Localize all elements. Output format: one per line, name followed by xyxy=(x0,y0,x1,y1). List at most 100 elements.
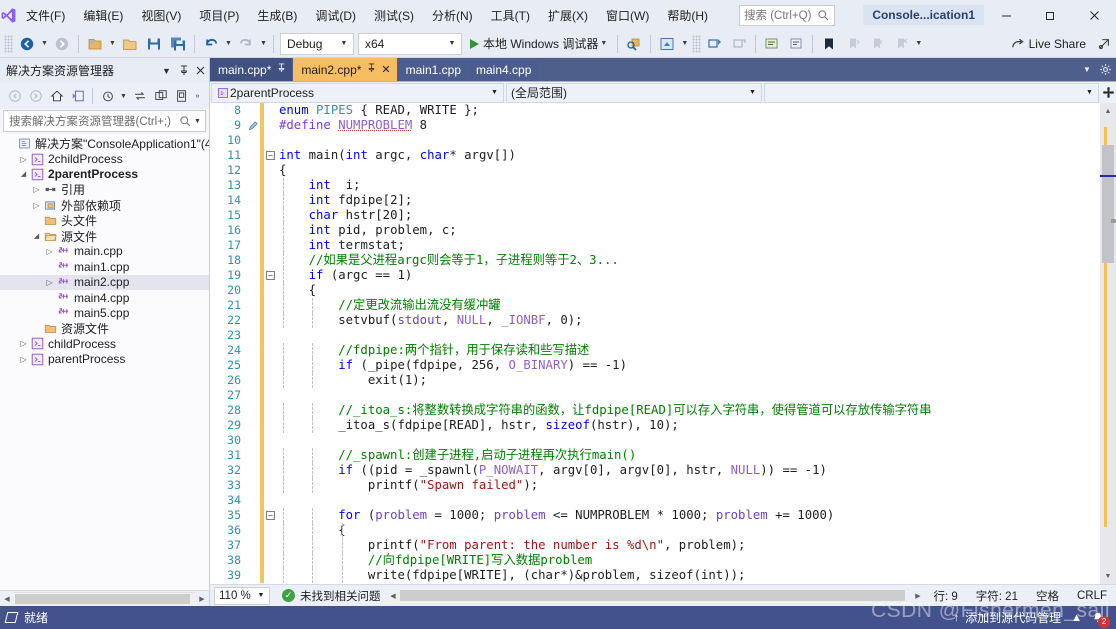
panel-close-icon[interactable] xyxy=(192,60,209,82)
refresh-icon[interactable] xyxy=(129,86,150,107)
navigate-backward-dropdown[interactable]: ▼ xyxy=(39,33,50,55)
code-line[interactable]: 21 //定更改流输出流没有缓冲罐 xyxy=(210,298,1100,313)
scroll-left-icon[interactable]: ◀ xyxy=(0,595,14,603)
split-view-icon[interactable] xyxy=(1100,82,1116,104)
code-line[interactable]: 34 xyxy=(210,493,1100,508)
code-line[interactable]: 11 − int main(int argc, char* argv[]) xyxy=(210,148,1100,163)
expand-chevron-icon[interactable]: ▷ xyxy=(43,247,56,256)
code-line[interactable]: 10 xyxy=(210,133,1100,148)
code-line[interactable]: 37 printf("From parent: the number is %d… xyxy=(210,538,1100,553)
document-tab-main2.cpp[interactable]: main2.cpp* ✕ xyxy=(293,58,397,81)
vscroll-track[interactable] xyxy=(1100,119,1116,568)
collapse-region-icon[interactable]: − xyxy=(264,511,277,520)
undo-dropdown[interactable]: ▼ xyxy=(223,33,234,55)
collapse-chevron-icon[interactable]: ◢ xyxy=(17,170,30,178)
code-line[interactable]: 35 − for (problem = 1000; problem <= NUMP… xyxy=(210,508,1100,523)
menu-edit[interactable]: 编辑(E) xyxy=(74,0,132,30)
expand-chevron-icon[interactable]: ▷ xyxy=(43,278,56,287)
caret-up-icon[interactable]: ▲ xyxy=(1071,612,1082,624)
issue-status[interactable]: ✓ 未找到相关问题 xyxy=(282,588,381,604)
scroll-down-icon[interactable]: ▼ xyxy=(1100,568,1116,584)
pin-icon[interactable] xyxy=(277,63,286,76)
active-files-dropdown-icon[interactable]: ▼ xyxy=(1078,58,1096,81)
solution-explorer-hscrollbar[interactable]: ◀ ▶ xyxy=(0,590,209,606)
expand-chevron-icon[interactable]: ▷ xyxy=(17,155,30,164)
expand-chevron-icon[interactable]: ▷ xyxy=(17,355,30,364)
code-line[interactable]: 24 //fdpipe:两个指针，用于保存读和些写描述 xyxy=(210,343,1100,358)
new-project-button[interactable] xyxy=(84,33,106,55)
code-line[interactable]: 30 xyxy=(210,433,1100,448)
search-options-dropdown[interactable]: ▼ xyxy=(192,110,203,132)
collapse-region-icon[interactable]: − xyxy=(264,271,277,280)
editor-hscroll-thumb[interactable] xyxy=(399,590,906,601)
code-line[interactable]: 29 _itoa_s(fdpipe[READ], hstr, sizeof(hs… xyxy=(210,418,1100,433)
code-line[interactable]: 14 int fdpipe[2]; xyxy=(210,193,1100,208)
save-all-button[interactable] xyxy=(167,33,189,55)
code-line[interactable]: 12 { xyxy=(210,163,1100,178)
project-scope-combo[interactable]: 2parentProcess ▼ xyxy=(211,82,504,103)
code-line[interactable]: 27 xyxy=(210,388,1100,403)
solution-platform-combo[interactable]: x64 ▼ xyxy=(358,32,462,55)
live-preview-button[interactable] xyxy=(656,33,678,55)
panel-menu-chevron-icon[interactable]: ▼ xyxy=(158,60,175,82)
tree-item-main.cpp[interactable]: ▷ main.cpp xyxy=(0,244,209,259)
code-line[interactable]: 13 int i; xyxy=(210,178,1100,193)
uncomment-selection-button[interactable] xyxy=(785,33,807,55)
tree-item-childProcess[interactable]: ▷ childProcess xyxy=(0,336,209,351)
undo-button[interactable] xyxy=(200,33,222,55)
editor-horizontal-scrollbar[interactable]: ◀ xyxy=(386,588,906,603)
collapse-chevron-icon[interactable]: ◢ xyxy=(30,232,43,240)
code-line[interactable]: 23 xyxy=(210,328,1100,343)
tree-item-ConsoleApplication14[interactable]: 解决方案"ConsoleApplication1"(4 xyxy=(0,136,209,151)
collapse-all-icon[interactable] xyxy=(150,86,171,107)
save-button[interactable] xyxy=(143,33,165,55)
tree-item-main2.cpp[interactable]: ▷ main2.cpp xyxy=(0,274,209,290)
toggle-bookmark-button[interactable] xyxy=(818,33,840,55)
menu-help[interactable]: 帮助(H) xyxy=(658,0,717,30)
code-line[interactable]: 19 − if (argc == 1) xyxy=(210,268,1100,283)
menu-view[interactable]: 视图(V) xyxy=(132,0,190,30)
sync-with-active-document-icon[interactable] xyxy=(67,86,88,107)
scroll-right-icon[interactable]: ▶ xyxy=(195,595,209,603)
live-preview-dropdown[interactable]: ▼ xyxy=(679,33,690,55)
code-line[interactable]: 25 if (_pipe(fdpipe, 256, O_BINARY) == -… xyxy=(210,358,1100,373)
code-line[interactable]: 17 int termstat; xyxy=(210,238,1100,253)
menu-debug[interactable]: 调试(D) xyxy=(306,0,365,30)
code-line[interactable]: 8 enum PIPES { READ, WRITE }; xyxy=(210,103,1100,118)
menu-project[interactable]: 项目(P) xyxy=(190,0,248,30)
solution-explorer-search[interactable]: 搜索解决方案资源管理器(Ctrl+;) ▼ xyxy=(3,110,206,132)
zoom-level-combo[interactable]: 110 % ▼ xyxy=(214,586,270,605)
code-line[interactable]: 18 //如果是父进程argc则会等于1，子进程则等于2、3... xyxy=(210,253,1100,268)
tree-item-2childProcess[interactable]: ▷ 2childProcess xyxy=(0,151,209,166)
code-line[interactable]: 33 printf("Spawn failed"); xyxy=(210,478,1100,493)
minimize-button[interactable] xyxy=(984,0,1028,30)
send-feedback-icon[interactable] xyxy=(1092,33,1116,55)
tree-item-n6[interactable]: ◢ 源文件 xyxy=(0,228,209,244)
expand-chevron-icon[interactable]: ▷ xyxy=(30,185,43,194)
code-line[interactable]: 38 //向fdpipe[WRITE]写入数据problem xyxy=(210,553,1100,568)
code-line[interactable]: 16 int pid, problem, c; xyxy=(210,223,1100,238)
tree-item-main1.cpp[interactable]: main1.cpp xyxy=(0,259,209,274)
document-tab-main.cpp[interactable]: main.cpp* xyxy=(210,58,293,81)
live-share-button[interactable]: Live Share xyxy=(1004,33,1092,55)
menu-file[interactable]: 文件(F) xyxy=(17,0,74,30)
code-line[interactable]: 36 { xyxy=(210,523,1100,538)
hscroll-track[interactable] xyxy=(14,591,195,606)
code-line[interactable]: 28 //_itoa_s:将整数转换成字符串的函数，让fdpipe[READ]可… xyxy=(210,403,1100,418)
redo-dropdown[interactable]: ▼ xyxy=(258,33,269,55)
expand-chevron-icon[interactable]: ▷ xyxy=(30,201,43,210)
tree-item-main4.cpp[interactable]: main4.cpp xyxy=(0,290,209,305)
type-scope-combo[interactable]: (全局范围) ▼ xyxy=(506,82,762,103)
restore-button[interactable] xyxy=(1028,0,1072,30)
menu-tools[interactable]: 工具(T) xyxy=(482,0,539,30)
code-line[interactable]: 9 #define NUMPROBLEM 8 xyxy=(210,118,1100,133)
navigate-backward-button[interactable] xyxy=(16,33,38,55)
pin-icon[interactable] xyxy=(367,63,376,76)
toolbar-grip-handle[interactable] xyxy=(4,34,13,53)
scroll-right-icon[interactable]: ▶ xyxy=(911,592,924,600)
start-debugging-button[interactable]: 本地 Windows 调试器 ▼ xyxy=(467,33,613,55)
code-line[interactable]: 22 setvbuf(stdout, NULL, _IONBF, 0); xyxy=(210,313,1100,328)
toolbar-overflow-button[interactable]: ▼ xyxy=(913,33,924,55)
open-file-button[interactable] xyxy=(119,33,141,55)
collapse-region-icon[interactable]: − xyxy=(264,151,277,160)
